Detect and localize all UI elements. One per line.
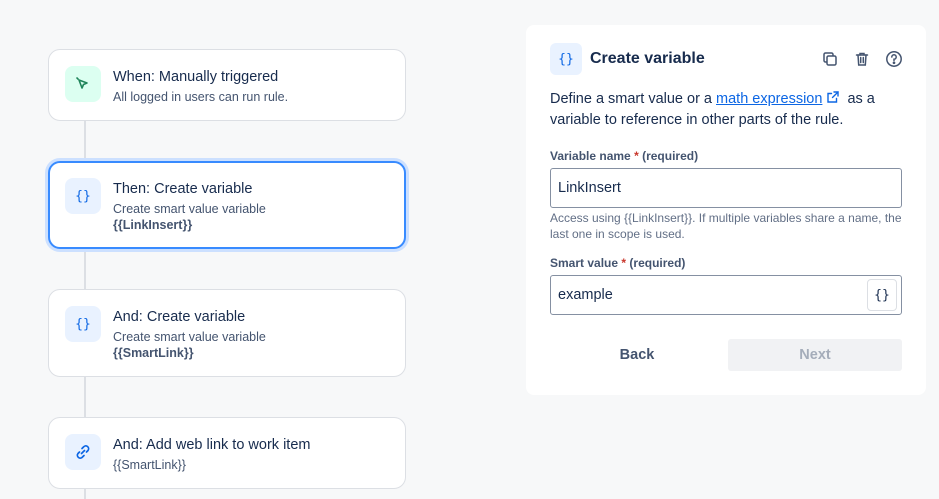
variable-name-helper: Access using {{LinkInsert}}. If multiple… — [550, 211, 902, 241]
flow-connector — [84, 488, 86, 499]
required-text: (required) — [629, 256, 686, 270]
cursor-click-icon — [65, 66, 101, 102]
description-text: Define a smart value or a — [550, 91, 717, 107]
step-variable: {{LinkInsert}} — [113, 218, 193, 232]
step-title: Then: Create variable — [113, 181, 253, 197]
math-expression-link[interactable]: math expression — [716, 91, 822, 107]
smart-value-input[interactable] — [550, 275, 902, 315]
trash-icon[interactable] — [852, 49, 872, 69]
panel-actions — [820, 49, 904, 69]
flow-connector — [84, 248, 86, 290]
panel-title: Create variable — [590, 50, 705, 67]
step-description: {{SmartLink}} — [113, 458, 186, 472]
duplicate-icon[interactable] — [820, 49, 840, 69]
trigger-title: When: Manually triggered — [113, 69, 279, 85]
smart-value-label: Smart value * (required) — [550, 256, 686, 270]
required-text: (required) — [642, 149, 699, 163]
step-title: And: Add web link to work item — [113, 437, 311, 453]
trigger-card[interactable]: When: Manually triggered All logged in u… — [48, 49, 406, 121]
create-variable-panel: {} Create variable Define a smart value … — [526, 25, 926, 395]
panel-description: Define a smart value or a math expressio… — [550, 89, 900, 130]
curly-braces-icon: {} — [65, 178, 101, 214]
step-title: And: Create variable — [113, 309, 246, 325]
step-variable: {{SmartLink}} — [113, 346, 194, 360]
curly-braces-icon: {} — [65, 306, 101, 342]
step-description: Create smart value variable — [113, 330, 266, 344]
step-description: Create smart value variable — [113, 202, 266, 216]
step-add-web-link[interactable]: And: Add web link to work item {{SmartLi… — [48, 417, 406, 489]
external-link-icon[interactable] — [826, 90, 840, 110]
variable-name-label: Variable name * (required) — [550, 149, 699, 163]
insert-smart-value-button[interactable]: {} — [867, 279, 897, 311]
variable-name-input[interactable] — [550, 168, 902, 208]
required-asterisk: * — [634, 149, 639, 163]
back-button[interactable]: Back — [564, 339, 710, 371]
panel-header: {} Create variable — [550, 43, 705, 75]
flow-connector — [84, 376, 86, 418]
next-button[interactable]: Next — [728, 339, 902, 371]
flow-connector — [84, 120, 86, 162]
curly-braces-icon: {} — [550, 43, 582, 75]
step-create-variable-smartlink[interactable]: {} And: Create variable Create smart val… — [48, 289, 406, 377]
required-asterisk: * — [621, 256, 627, 270]
trigger-subtitle: All logged in users can run rule. — [113, 90, 289, 104]
step-create-variable-linkinsert[interactable]: {} Then: Create variable Create smart va… — [48, 161, 406, 249]
link-icon — [65, 434, 101, 470]
help-icon[interactable] — [884, 49, 904, 69]
